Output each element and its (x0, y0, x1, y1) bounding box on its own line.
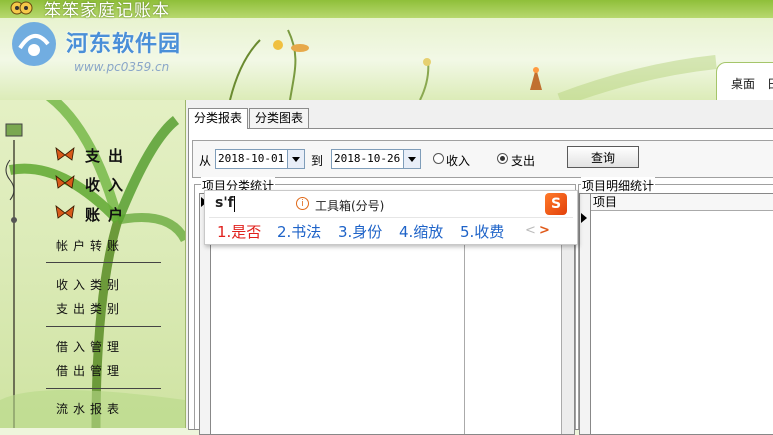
sidebar-item-flow-report[interactable]: 流水报表 (56, 400, 124, 417)
ime-composition: s'f (215, 195, 234, 211)
sidebar-item-label: 账户 (85, 206, 132, 224)
from-date-value: 2018-10-01 (218, 152, 285, 165)
watermark: 河东软件园 www.pc0359.cn (8, 14, 218, 78)
watermark-url: www.pc0359.cn (74, 60, 170, 74)
row-header (580, 194, 591, 434)
chevron-down-icon[interactable] (287, 150, 304, 168)
sidebar-item-label: 支出 (85, 147, 132, 165)
butterfly-icon (55, 175, 75, 189)
detail-stats-group: 项目明细统计 项目 (578, 177, 773, 435)
sidebar-item-expense-category[interactable]: 支出类别 (56, 300, 124, 317)
sogou-logo-icon[interactable]: S (545, 193, 567, 215)
sidebar-divider (46, 262, 161, 263)
detail-stats-grid[interactable]: 项目 (579, 193, 773, 435)
sidebar-item-label: 收入 (85, 176, 132, 194)
ime-caret (234, 196, 235, 212)
butterfly-icon (55, 205, 75, 219)
ime-divider (209, 217, 573, 218)
desktop-tab-label-2: 日 (767, 75, 773, 92)
sidebar: 支出 收入 账户 帐户转账 收入类别 支出类别 借入管理 借出管理 流水报表 (0, 100, 185, 428)
header-banner: 笨笨家庭记账本 河东软件园 www.pc0359.cn 桌面 日 (0, 0, 773, 100)
chevron-left-icon[interactable]: < (525, 223, 536, 238)
watermark-logo-icon (12, 22, 56, 66)
sidebar-divider (46, 388, 161, 389)
radio-income[interactable] (433, 153, 444, 164)
ime-candidate-5[interactable]: 5.收费 (460, 221, 504, 242)
tab-category-chart[interactable]: 分类图表 (249, 108, 310, 128)
sidebar-item-borrow-in[interactable]: 借入管理 (56, 338, 124, 355)
ime-toolbox-link[interactable]: 工具箱(分号) (315, 197, 384, 214)
to-date-value: 2018-10-26 (334, 152, 401, 165)
sidebar-item-lend-out[interactable]: 借出管理 (56, 362, 124, 379)
detail-column-header[interactable]: 项目 (591, 194, 773, 211)
sidebar-item-transfer[interactable]: 帐户转账 (56, 237, 124, 254)
desktop-tab-label: 桌面 (731, 77, 756, 91)
to-date-picker[interactable]: 2018-10-26 (331, 149, 421, 169)
search-button[interactable]: 查询 (567, 146, 639, 168)
chevron-right-icon[interactable]: > (539, 223, 550, 238)
radio-expense-label: 支出 (511, 154, 536, 168)
radio-income-label: 收入 (446, 154, 471, 168)
butterfly-icon (55, 147, 75, 161)
radio-expense[interactable] (497, 153, 508, 164)
ime-candidate-2[interactable]: 2.书法 (277, 221, 321, 242)
chevron-down-icon[interactable] (403, 150, 420, 168)
ime-candidate-window: s'f i 工具箱(分号) S 1.是否 2.书法 3.身份 4.缩放 5.收费… (204, 190, 578, 245)
sidebar-divider (46, 326, 161, 327)
info-icon[interactable]: i (296, 197, 309, 210)
ime-candidate-3[interactable]: 3.身份 (338, 221, 382, 242)
tab-category-report[interactable]: 分类报表 (188, 108, 249, 129)
sidebar-item-income-category[interactable]: 收入类别 (56, 276, 124, 293)
detail-stats-title: 项目明细统计 (581, 177, 656, 194)
ime-candidate-1[interactable]: 1.是否 (217, 221, 261, 242)
watermark-site: 河东软件园 (66, 32, 182, 57)
to-label: 到 (311, 154, 324, 168)
row-pointer-icon (581, 213, 592, 223)
from-label: 从 (199, 154, 212, 168)
query-bar: 从 2018-10-01 到 2018-10-26 收入 支出 查询 (192, 140, 773, 178)
from-date-picker[interactable]: 2018-10-01 (215, 149, 305, 169)
ime-candidate-4[interactable]: 4.缩放 (399, 221, 443, 242)
